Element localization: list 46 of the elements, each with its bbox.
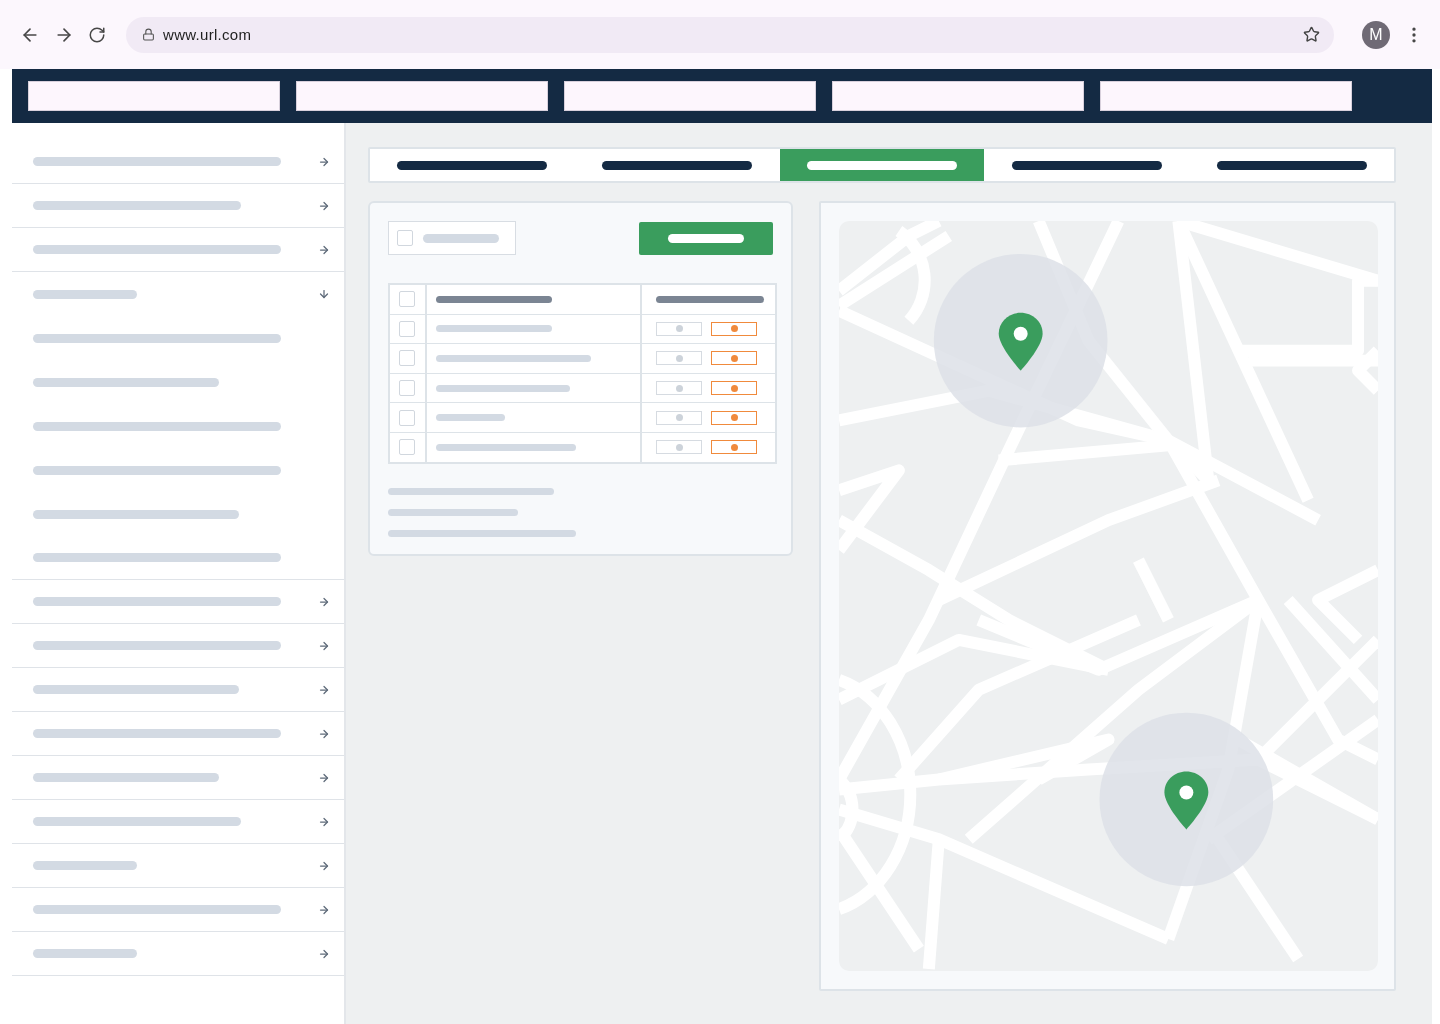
input-field[interactable] <box>28 81 280 111</box>
toggle[interactable] <box>656 381 702 396</box>
lock-icon <box>142 28 155 41</box>
toggle[interactable] <box>656 440 702 455</box>
checkbox[interactable] <box>397 230 413 246</box>
toggle[interactable] <box>656 410 702 425</box>
input-field[interactable] <box>564 81 816 111</box>
url-text: www.url.com <box>163 26 253 43</box>
toggle[interactable] <box>711 351 757 366</box>
arrow-right-icon <box>318 683 330 696</box>
toggle[interactable] <box>711 410 757 425</box>
checkbox[interactable] <box>399 350 415 367</box>
arrow-right-icon <box>318 155 330 168</box>
arrow-right-icon <box>318 727 330 740</box>
arrow-right-icon <box>318 859 330 872</box>
input-field[interactable] <box>388 221 516 255</box>
text-placeholder <box>436 414 505 422</box>
action-button[interactable] <box>639 221 773 255</box>
toggle[interactable] <box>711 440 757 455</box>
reload-icon[interactable] <box>88 25 106 44</box>
address-bar[interactable]: www.url.com <box>126 16 1334 53</box>
arrow-right-icon <box>318 903 330 916</box>
arrow-right-icon <box>318 639 330 652</box>
toggle[interactable] <box>711 321 757 336</box>
arrow-right-icon <box>318 595 330 608</box>
checkbox[interactable] <box>399 439 415 456</box>
map-pin-icon[interactable] <box>998 312 1043 371</box>
checkbox[interactable] <box>399 291 415 308</box>
arrow-right-icon <box>318 243 330 256</box>
arrow-right-icon <box>318 771 330 784</box>
star-icon[interactable] <box>1303 26 1320 43</box>
input-field[interactable] <box>1100 81 1352 111</box>
arrow-right-icon <box>318 947 330 960</box>
toggle[interactable] <box>711 381 757 396</box>
toggle[interactable] <box>656 321 702 336</box>
arrow-down-icon <box>318 288 330 300</box>
checkbox[interactable] <box>399 409 415 426</box>
arrow-right-icon <box>318 199 330 212</box>
input-field[interactable] <box>832 81 1084 111</box>
arrow-right-icon <box>318 815 330 828</box>
checkbox[interactable] <box>399 320 415 337</box>
avatar[interactable]: M <box>1362 20 1390 49</box>
checkbox[interactable] <box>399 380 415 397</box>
toggle[interactable] <box>656 351 702 366</box>
map-pin-icon[interactable] <box>1164 771 1209 830</box>
input-field[interactable] <box>296 81 548 111</box>
